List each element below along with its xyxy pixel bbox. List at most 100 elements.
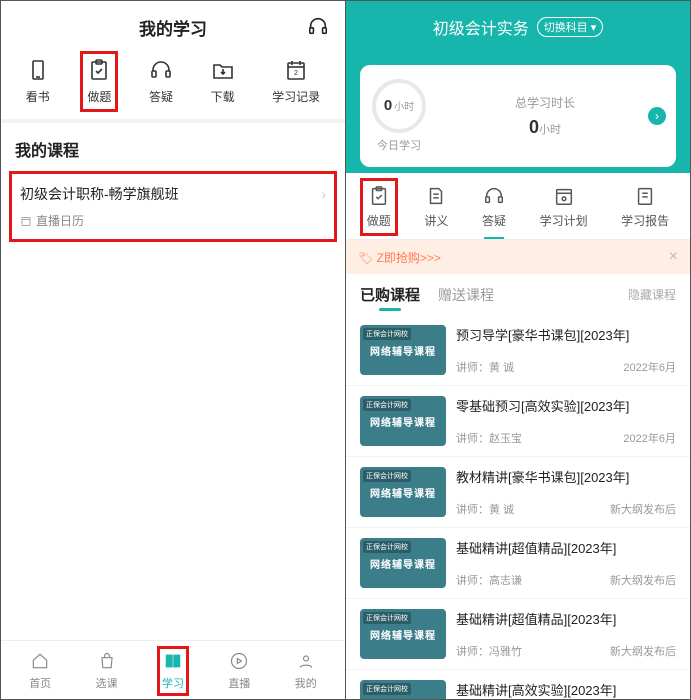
list-item[interactable]: 正保会计网校 网络辅导课程 预习导学[豪华书课包][2023年] 讲师：黄 诚 …	[346, 315, 690, 386]
list-item-info: 预习导学[豪华书课包][2023年] 讲师：黄 诚 2022年6月	[456, 325, 676, 375]
list-item[interactable]: 正保会计网校 网络辅导课程 基础精讲[超值精品][2023年] 讲师：冯雅竹 新…	[346, 599, 690, 670]
banner-text: Z即抢购>>>	[377, 251, 441, 265]
nav-label: 学习记录	[272, 88, 320, 105]
tab-label: 直播	[228, 675, 250, 691]
tab-label: 首页	[29, 675, 51, 691]
list-item[interactable]: 正保会计网校 网络辅导课程 基础精讲[高效实验][2023年] 讲师：吴福喜 新…	[346, 670, 690, 699]
list-item-meta: 讲师：高志谦 新大纲发布后	[456, 572, 676, 588]
course-list[interactable]: 正保会计网校 网络辅导课程 预习导学[豪华书课包][2023年] 讲师：黄 诚 …	[346, 315, 690, 699]
rnav-notes[interactable]: 讲义	[424, 185, 448, 229]
today-col: 0小时 今日学习	[372, 79, 426, 153]
tab-label: 我的	[295, 675, 317, 691]
course-tabs: 已购课程 赠送课程 隐藏课程	[346, 274, 690, 315]
course-sub: 直播日历	[20, 212, 326, 229]
headset-icon[interactable]	[307, 15, 329, 42]
course-thumb: 正保会计网校 网络辅导课程	[360, 396, 446, 446]
list-item-meta: 讲师：黄 诚 新大纲发布后	[456, 501, 676, 517]
right-nav: 做题 讲义 答疑 学习计划 学习报告	[346, 173, 690, 240]
today-val: 0	[384, 97, 392, 114]
course-title-row: 初级会计职称-畅学旗舰班 ›	[20, 184, 326, 204]
list-item-title: 基础精讲[高效实验][2023年]	[456, 680, 676, 699]
today-label: 今日学习	[377, 137, 421, 153]
right-pane: 初级会计实务 切换科目 ▾ 0小时 今日学习 总学习时长 0小时 › 做题	[346, 1, 690, 699]
list-item-title: 基础精讲[超值精品][2023年]	[456, 538, 676, 557]
switch-subject-button[interactable]: 切换科目 ▾	[537, 17, 604, 37]
switch-label: 切换科目	[544, 19, 588, 35]
total-col: 总学习时长 0小时	[426, 94, 664, 138]
nav-download[interactable]: 下载	[211, 58, 235, 105]
tab-label: 学习	[162, 675, 184, 691]
nav-practice[interactable]: 做题	[87, 58, 111, 105]
study-summary[interactable]: 0小时 今日学习 总学习时长 0小时 ›	[360, 65, 676, 167]
tab-bought[interactable]: 已购课程	[360, 284, 420, 305]
progress-ring: 0小时	[372, 79, 426, 133]
list-item[interactable]: 正保会计网校 网络辅导课程 基础精讲[超值精品][2023年] 讲师：高志谦 新…	[346, 528, 690, 599]
list-item-meta: 讲师：黄 诚 2022年6月	[456, 359, 676, 375]
page-title: 我的学习	[139, 15, 207, 40]
list-item-info: 零基础预习[高效实验][2023年] 讲师：赵玉宝 2022年6月	[456, 396, 676, 446]
course-thumb: 正保会计网校 网络辅导课程	[360, 609, 446, 659]
summary-wrap: 0小时 今日学习 总学习时长 0小时 ›	[346, 53, 690, 173]
left-header: 我的学习	[1, 1, 345, 50]
tab-live[interactable]: 直播	[228, 651, 250, 691]
chevron-down-icon: ▾	[591, 21, 597, 34]
total-val: 0	[529, 117, 539, 137]
course-sub-text: 直播日历	[36, 212, 84, 229]
rnav-report[interactable]: 学习报告	[621, 185, 669, 229]
list-item-info: 基础精讲[超值精品][2023年] 讲师：高志谦 新大纲发布后	[456, 538, 676, 588]
list-item-info: 基础精讲[高效实验][2023年] 讲师：吴福喜 新大纲发布后	[456, 680, 676, 699]
tab-home[interactable]: 首页	[29, 651, 51, 691]
close-icon[interactable]: ×	[669, 248, 678, 266]
list-item-title: 教材精讲[豪华书课包][2023年]	[456, 467, 676, 486]
chevron-right-icon[interactable]: ›	[648, 107, 666, 125]
course-card[interactable]: 初级会计职称-畅学旗舰班 › 直播日历	[9, 171, 337, 242]
chevron-right-icon: ›	[321, 186, 326, 202]
tab-me[interactable]: 我的	[295, 651, 317, 691]
rnav-label: 答疑	[482, 212, 506, 229]
today-unit: 小时	[394, 102, 414, 113]
rnav-label: 学习报告	[621, 212, 669, 229]
rnav-label: 讲义	[424, 212, 448, 229]
left-nav: 看书 做题 答疑 下载 2 学习记录	[1, 50, 345, 119]
promo-banner[interactable]: 🏷 Z即抢购>>> ×	[346, 240, 690, 274]
list-item-title: 基础精讲[超值精品][2023年]	[456, 609, 676, 628]
rnav-plan[interactable]: 学习计划	[540, 185, 588, 229]
course-title: 初级会计职称-畅学旗舰班	[20, 184, 179, 204]
tab-label: 选课	[96, 675, 118, 691]
hide-courses-button[interactable]: 隐藏课程	[628, 286, 676, 303]
list-item[interactable]: 正保会计网校 网络辅导课程 零基础预习[高效实验][2023年] 讲师：赵玉宝 …	[346, 386, 690, 457]
list-item-meta: 讲师：冯雅竹 新大纲发布后	[456, 643, 676, 659]
nav-label: 看书	[26, 88, 50, 105]
nav-label: 做题	[87, 88, 111, 105]
left-pane: 我的学习 看书 做题 答疑 下载 2 学习记录 我的课程 初级会计职称-畅	[1, 1, 346, 699]
course-thumb: 正保会计网校 网络辅导课程	[360, 325, 446, 375]
svg-text:2: 2	[294, 70, 298, 77]
total-unit: 小时	[539, 124, 561, 136]
tab-select[interactable]: 选课	[96, 651, 118, 691]
right-header: 初级会计实务 切换科目 ▾	[346, 1, 690, 53]
list-item-info: 教材精讲[豪华书课包][2023年] 讲师：黄 诚 新大纲发布后	[456, 467, 676, 517]
nav-read[interactable]: 看书	[26, 58, 50, 105]
list-item-info: 基础精讲[超值精品][2023年] 讲师：冯雅竹 新大纲发布后	[456, 609, 676, 659]
nav-record[interactable]: 2 学习记录	[272, 58, 320, 105]
tab-gift[interactable]: 赠送课程	[438, 285, 494, 305]
rnav-practice[interactable]: 做题	[367, 185, 391, 229]
list-item-title: 零基础预习[高效实验][2023年]	[456, 396, 676, 415]
total-label: 总学习时长	[426, 94, 664, 111]
rnav-label: 做题	[367, 212, 391, 229]
list-item[interactable]: 正保会计网校 网络辅导课程 教材精讲[豪华书课包][2023年] 讲师：黄 诚 …	[346, 457, 690, 528]
course-thumb: 正保会计网校 网络辅导课程	[360, 467, 446, 517]
list-item-meta: 讲师：赵玉宝 2022年6月	[456, 430, 676, 446]
subject-title: 初级会计实务	[433, 15, 529, 39]
course-thumb: 正保会计网校 网络辅导课程	[360, 538, 446, 588]
course-thumb: 正保会计网校 网络辅导课程	[360, 680, 446, 699]
rnav-qa[interactable]: 答疑	[482, 185, 506, 229]
nav-label: 答疑	[149, 88, 173, 105]
bottom-tabbar: 首页 选课 学习 直播 我的	[1, 640, 345, 699]
tab-study[interactable]: 学习	[162, 651, 184, 691]
nav-qa[interactable]: 答疑	[149, 58, 173, 105]
rnav-label: 学习计划	[540, 212, 588, 229]
section-title: 我的课程	[1, 123, 345, 171]
list-item-title: 预习导学[豪华书课包][2023年]	[456, 325, 676, 344]
nav-label: 下载	[211, 88, 235, 105]
